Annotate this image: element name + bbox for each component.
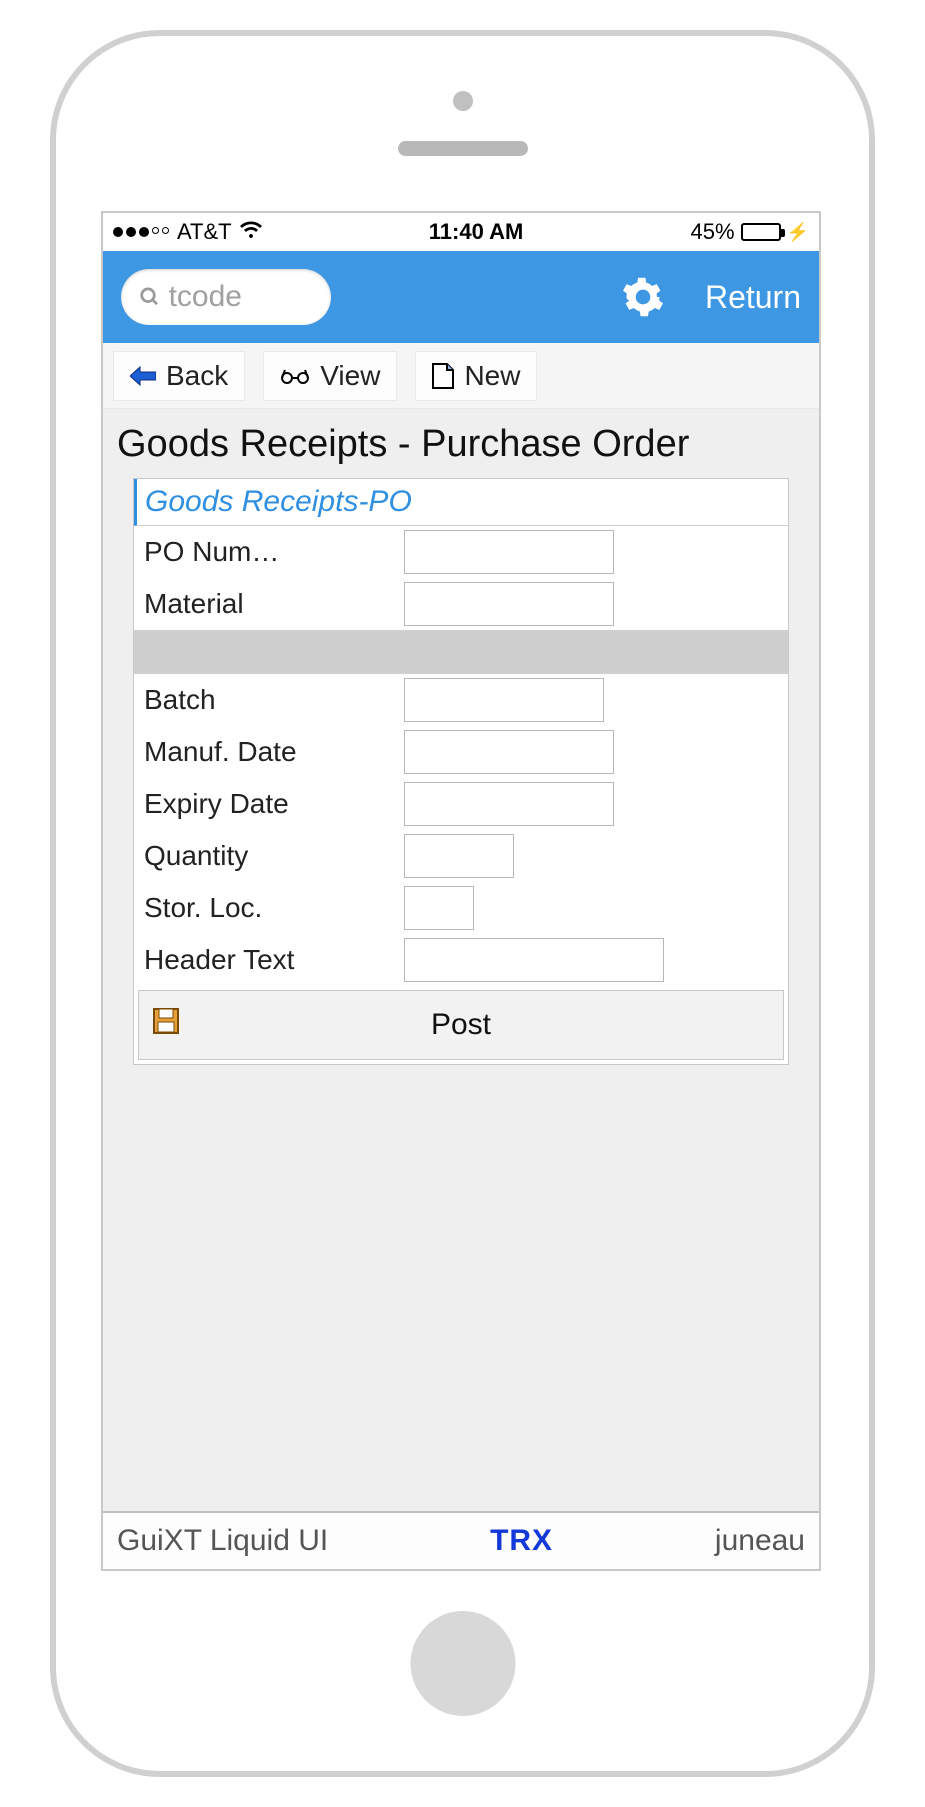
row-material: Material bbox=[134, 578, 788, 630]
row-stor-loc: Stor. Loc. bbox=[134, 882, 788, 934]
batch-label: Batch bbox=[144, 684, 404, 716]
footer-bar: GuiXT Liquid UI TRX juneau bbox=[103, 1511, 819, 1569]
status-bar: AT&T 11:40 AM 45% ⚡ bbox=[103, 213, 819, 251]
glasses-icon bbox=[280, 367, 310, 385]
phone-frame: AT&T 11:40 AM 45% ⚡ bbox=[50, 30, 875, 1777]
row-batch: Batch bbox=[134, 674, 788, 726]
home-button[interactable] bbox=[410, 1611, 515, 1716]
tcode-input[interactable] bbox=[169, 280, 313, 314]
return-button[interactable]: Return bbox=[705, 279, 801, 316]
header-text-label: Header Text bbox=[144, 944, 404, 976]
material-label: Material bbox=[144, 588, 404, 620]
status-left: AT&T bbox=[113, 219, 262, 245]
stor-loc-input[interactable] bbox=[404, 886, 474, 930]
row-po-number: PO Num… bbox=[134, 526, 788, 578]
manuf-date-label: Manuf. Date bbox=[144, 736, 404, 768]
charging-icon: ⚡ bbox=[787, 222, 809, 243]
toolbar: Back View New bbox=[103, 343, 819, 409]
divider-row bbox=[134, 630, 788, 674]
manuf-date-input[interactable] bbox=[404, 730, 614, 774]
row-quantity: Quantity bbox=[134, 830, 788, 882]
footer-server: juneau bbox=[715, 1524, 805, 1558]
page-title: Goods Receipts - Purchase Order bbox=[103, 409, 819, 478]
batch-input[interactable] bbox=[404, 678, 604, 722]
view-button[interactable]: View bbox=[263, 351, 397, 401]
expiry-date-label: Expiry Date bbox=[144, 788, 404, 820]
search-icon bbox=[139, 284, 161, 310]
row-expiry-date: Expiry Date bbox=[134, 778, 788, 830]
settings-button[interactable] bbox=[621, 275, 665, 319]
save-icon bbox=[153, 1008, 179, 1042]
app-header: Return bbox=[103, 251, 819, 343]
footer-trx[interactable]: TRX bbox=[490, 1524, 553, 1558]
po-number-input[interactable] bbox=[404, 530, 614, 574]
back-button[interactable]: Back bbox=[113, 351, 245, 401]
view-label: View bbox=[320, 360, 380, 392]
panel-title: Goods Receipts-PO bbox=[134, 479, 788, 526]
header-text-input[interactable] bbox=[404, 938, 664, 982]
quantity-label: Quantity bbox=[144, 840, 404, 872]
new-label: New bbox=[464, 360, 520, 392]
material-input[interactable] bbox=[404, 582, 614, 626]
quantity-input[interactable] bbox=[404, 834, 514, 878]
post-button[interactable]: Post bbox=[138, 990, 784, 1060]
battery-pct-label: 45% bbox=[691, 219, 735, 245]
row-header-text: Header Text bbox=[134, 934, 788, 986]
new-doc-icon bbox=[432, 363, 454, 389]
form-panel: Goods Receipts-PO PO Num… Material Batch… bbox=[133, 478, 789, 1065]
wifi-icon bbox=[240, 219, 262, 245]
battery-icon bbox=[741, 223, 781, 241]
tcode-search[interactable] bbox=[121, 269, 331, 325]
po-number-label: PO Num… bbox=[144, 536, 404, 568]
clock-label: 11:40 AM bbox=[429, 219, 524, 245]
speaker-slot bbox=[398, 141, 528, 156]
footer-brand: GuiXT Liquid UI bbox=[117, 1524, 328, 1558]
expiry-date-input[interactable] bbox=[404, 782, 614, 826]
back-arrow-icon bbox=[130, 366, 156, 386]
back-label: Back bbox=[166, 360, 228, 392]
carrier-label: AT&T bbox=[177, 219, 232, 245]
stor-loc-label: Stor. Loc. bbox=[144, 892, 404, 924]
signal-icon bbox=[113, 227, 169, 237]
status-right: 45% ⚡ bbox=[691, 219, 809, 245]
camera-dot bbox=[453, 91, 473, 111]
post-label: Post bbox=[431, 1008, 491, 1042]
row-manuf-date: Manuf. Date bbox=[134, 726, 788, 778]
screen: AT&T 11:40 AM 45% ⚡ bbox=[101, 211, 821, 1571]
new-button[interactable]: New bbox=[415, 351, 537, 401]
